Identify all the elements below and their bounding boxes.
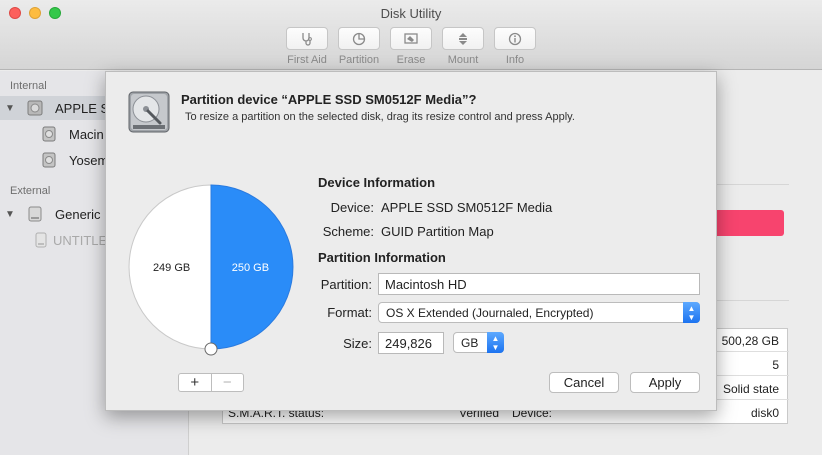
device-info-title: Device Information xyxy=(318,175,436,190)
erase-icon xyxy=(404,32,418,44)
sheet-heading: Partition device “APPLE SSD SM0512F Medi… xyxy=(181,92,477,107)
size-field[interactable]: 249,826 xyxy=(378,332,444,354)
size-label: Size: xyxy=(343,336,372,351)
erase-button[interactable] xyxy=(390,27,432,50)
internal-disk-icon xyxy=(27,100,43,119)
format-value: OS X Extended (Journaled, Encrypted) xyxy=(386,306,594,320)
info-button[interactable] xyxy=(494,27,536,50)
disclosure-triangle-icon[interactable]: ▼ xyxy=(5,103,15,114)
size-unit-value: GB xyxy=(461,336,479,350)
partition-add-remove: + − xyxy=(178,373,244,392)
external-disk-icon xyxy=(27,206,43,225)
sidebar-section-external: External xyxy=(10,185,51,197)
partition-button[interactable] xyxy=(338,27,380,50)
hard-drive-icon xyxy=(126,89,172,138)
usage-bar xyxy=(712,210,784,236)
toolbar-mount[interactable]: Mount xyxy=(440,27,486,66)
apply-button[interactable]: Apply xyxy=(630,372,700,393)
format-label: Format: xyxy=(327,305,372,320)
device-label: Device: xyxy=(330,200,374,215)
sidebar-item-label: Generic xyxy=(55,206,101,222)
mount-label: Mount xyxy=(447,54,479,66)
window-titlebar: Disk Utility First Aid Partition Erase M… xyxy=(0,0,822,70)
chevron-updown-icon: ▲ ▼ xyxy=(683,302,700,323)
toolbar-info[interactable]: Info xyxy=(492,27,538,66)
sidebar-item-label: UNTITLE xyxy=(53,232,108,248)
sidebar-item-label: Macin xyxy=(69,126,104,142)
sheet-subheading: To resize a partition on the selected di… xyxy=(185,111,575,123)
first-aid-label: First Aid xyxy=(287,54,327,66)
sidebar-item-label: APPLE S xyxy=(55,100,110,116)
cancel-button[interactable]: Cancel xyxy=(549,372,619,393)
info-icon xyxy=(508,32,522,45)
partition-label: Partition xyxy=(338,54,380,66)
mount-icon xyxy=(459,32,467,45)
disclosure-triangle-icon[interactable]: ▼ xyxy=(5,209,15,220)
partition-info-title: Partition Information xyxy=(318,250,446,265)
divider xyxy=(717,184,789,185)
first-aid-button[interactable] xyxy=(286,27,328,50)
pie-slice-label: 249 GB xyxy=(153,262,190,274)
sidebar-item-label: Yosem xyxy=(69,152,109,168)
pie-slice-label: 250 GB xyxy=(232,262,269,274)
window-title: Disk Utility xyxy=(380,6,442,21)
chevron-updown-icon: ▲ ▼ xyxy=(487,332,504,353)
add-partition-button[interactable]: + xyxy=(179,374,211,391)
toolbar-erase[interactable]: Erase xyxy=(388,27,434,66)
toolbar-partition[interactable]: Partition xyxy=(336,27,382,66)
partition-sheet: Partition device “APPLE SSD SM0512F Medi… xyxy=(105,71,717,411)
format-popup[interactable]: OS X Extended (Journaled, Encrypted) ▲ ▼ xyxy=(378,302,700,323)
partition-icon xyxy=(352,32,366,45)
size-unit-popup[interactable]: GB ▲ ▼ xyxy=(453,332,504,353)
scheme-label: Scheme: xyxy=(322,224,374,239)
erase-label: Erase xyxy=(396,54,426,66)
stethoscope-icon xyxy=(302,32,312,46)
partition-name-field[interactable]: Macintosh HD xyxy=(378,273,700,295)
partition-name-label: Partition: xyxy=(320,277,372,292)
device-value: APPLE SSD SM0512F Media xyxy=(381,200,553,215)
divider xyxy=(717,300,789,301)
sidebar-section-internal: Internal xyxy=(10,80,47,92)
volume-icon xyxy=(42,152,56,171)
scheme-value: GUID Partition Map xyxy=(381,224,494,239)
child-count-value: 5 xyxy=(772,358,779,372)
device-value: disk0 xyxy=(750,406,779,420)
external-volume-icon xyxy=(34,232,48,251)
capacity-value: 500,28 GB xyxy=(721,334,779,348)
remove-partition-button[interactable]: − xyxy=(210,374,244,391)
info-label: Info xyxy=(505,54,525,66)
mount-button[interactable] xyxy=(442,27,484,50)
volume-icon xyxy=(42,126,56,145)
toolbar-first-aid[interactable]: First Aid xyxy=(284,27,330,66)
type-value: Solid state xyxy=(722,382,779,396)
